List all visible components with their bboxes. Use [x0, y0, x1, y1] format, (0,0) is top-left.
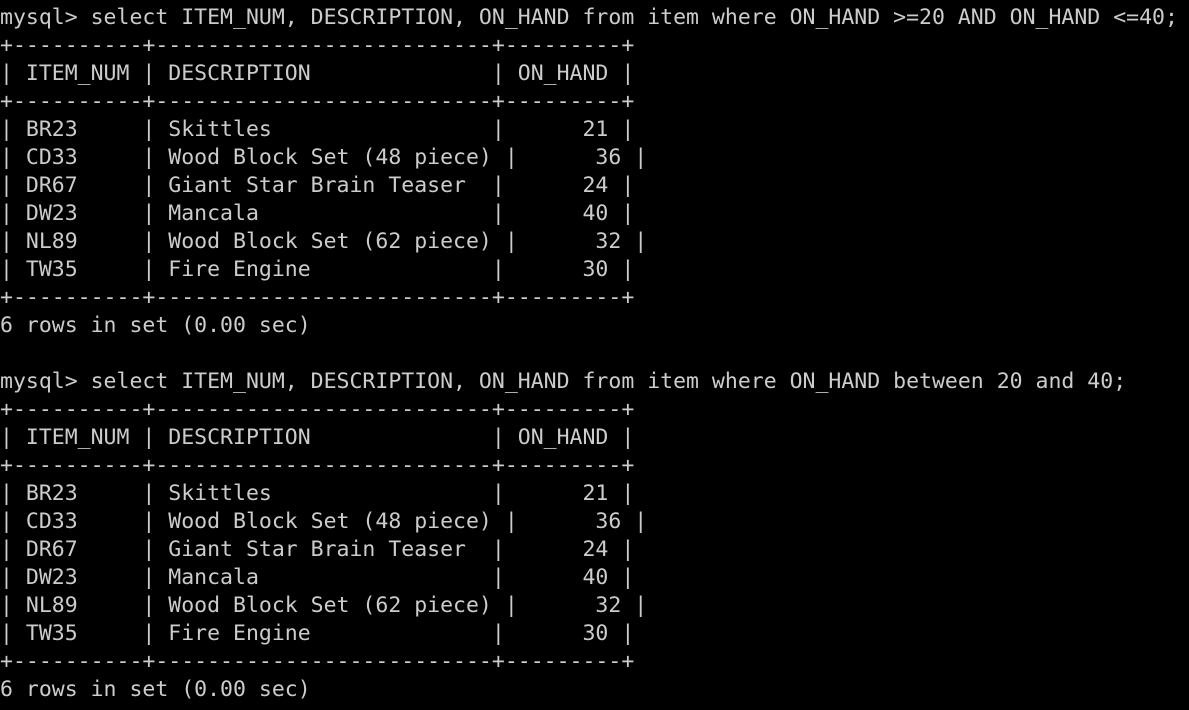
sql-command: select ITEM_NUM, DESCRIPTION, ON_HAND fr… [90, 369, 1127, 394]
result-summary: 6 rows in set (0.00 sec) [0, 677, 311, 702]
table-border: +----------+--------------------------+-… [0, 453, 635, 478]
result-summary: 6 rows in set (0.00 sec) [0, 313, 311, 338]
table-border: +----------+--------------------------+-… [0, 649, 635, 674]
terminal-window[interactable]: mysql> select ITEM_NUM, DESCRIPTION, ON_… [0, 0, 1189, 710]
table-header: | ITEM_NUM | DESCRIPTION | ON_HAND | [0, 425, 635, 450]
table-row: | TW35 | Fire Engine | 30 | [0, 257, 635, 282]
table-row: | DR67 | Giant Star Brain Teaser | 24 | [0, 173, 635, 198]
command-line: mysql> select ITEM_NUM, DESCRIPTION, ON_… [0, 4, 1189, 32]
prompt: mysql> [0, 369, 91, 394]
table-header: | ITEM_NUM | DESCRIPTION | ON_HAND | [0, 61, 635, 86]
prompt: mysql> [0, 5, 91, 30]
table-border: +----------+--------------------------+-… [0, 397, 635, 422]
table-border: +----------+--------------------------+-… [0, 285, 635, 310]
table-border: +----------+--------------------------+-… [0, 33, 635, 58]
table-row: | CD33 | Wood Block Set (48 piece) | 36 … [0, 509, 648, 534]
table-row: | NL89 | Wood Block Set (62 piece) | 32 … [0, 593, 648, 618]
table-row: | DW23 | Mancala | 40 | [0, 201, 635, 226]
table-row: | BR23 | Skittles | 21 | [0, 117, 635, 142]
table-row: | TW35 | Fire Engine | 30 | [0, 621, 635, 646]
table-row: | NL89 | Wood Block Set (62 piece) | 32 … [0, 229, 648, 254]
sql-command: select ITEM_NUM, DESCRIPTION, ON_HAND fr… [90, 5, 1178, 30]
table-row: | DR67 | Giant Star Brain Teaser | 24 | [0, 537, 635, 562]
table-border: +----------+--------------------------+-… [0, 89, 635, 114]
table-row: | CD33 | Wood Block Set (48 piece) | 36 … [0, 145, 648, 170]
table-row: | DW23 | Mancala | 40 | [0, 565, 635, 590]
table-row: | BR23 | Skittles | 21 | [0, 481, 635, 506]
command-line: mysql> select ITEM_NUM, DESCRIPTION, ON_… [0, 368, 1189, 396]
